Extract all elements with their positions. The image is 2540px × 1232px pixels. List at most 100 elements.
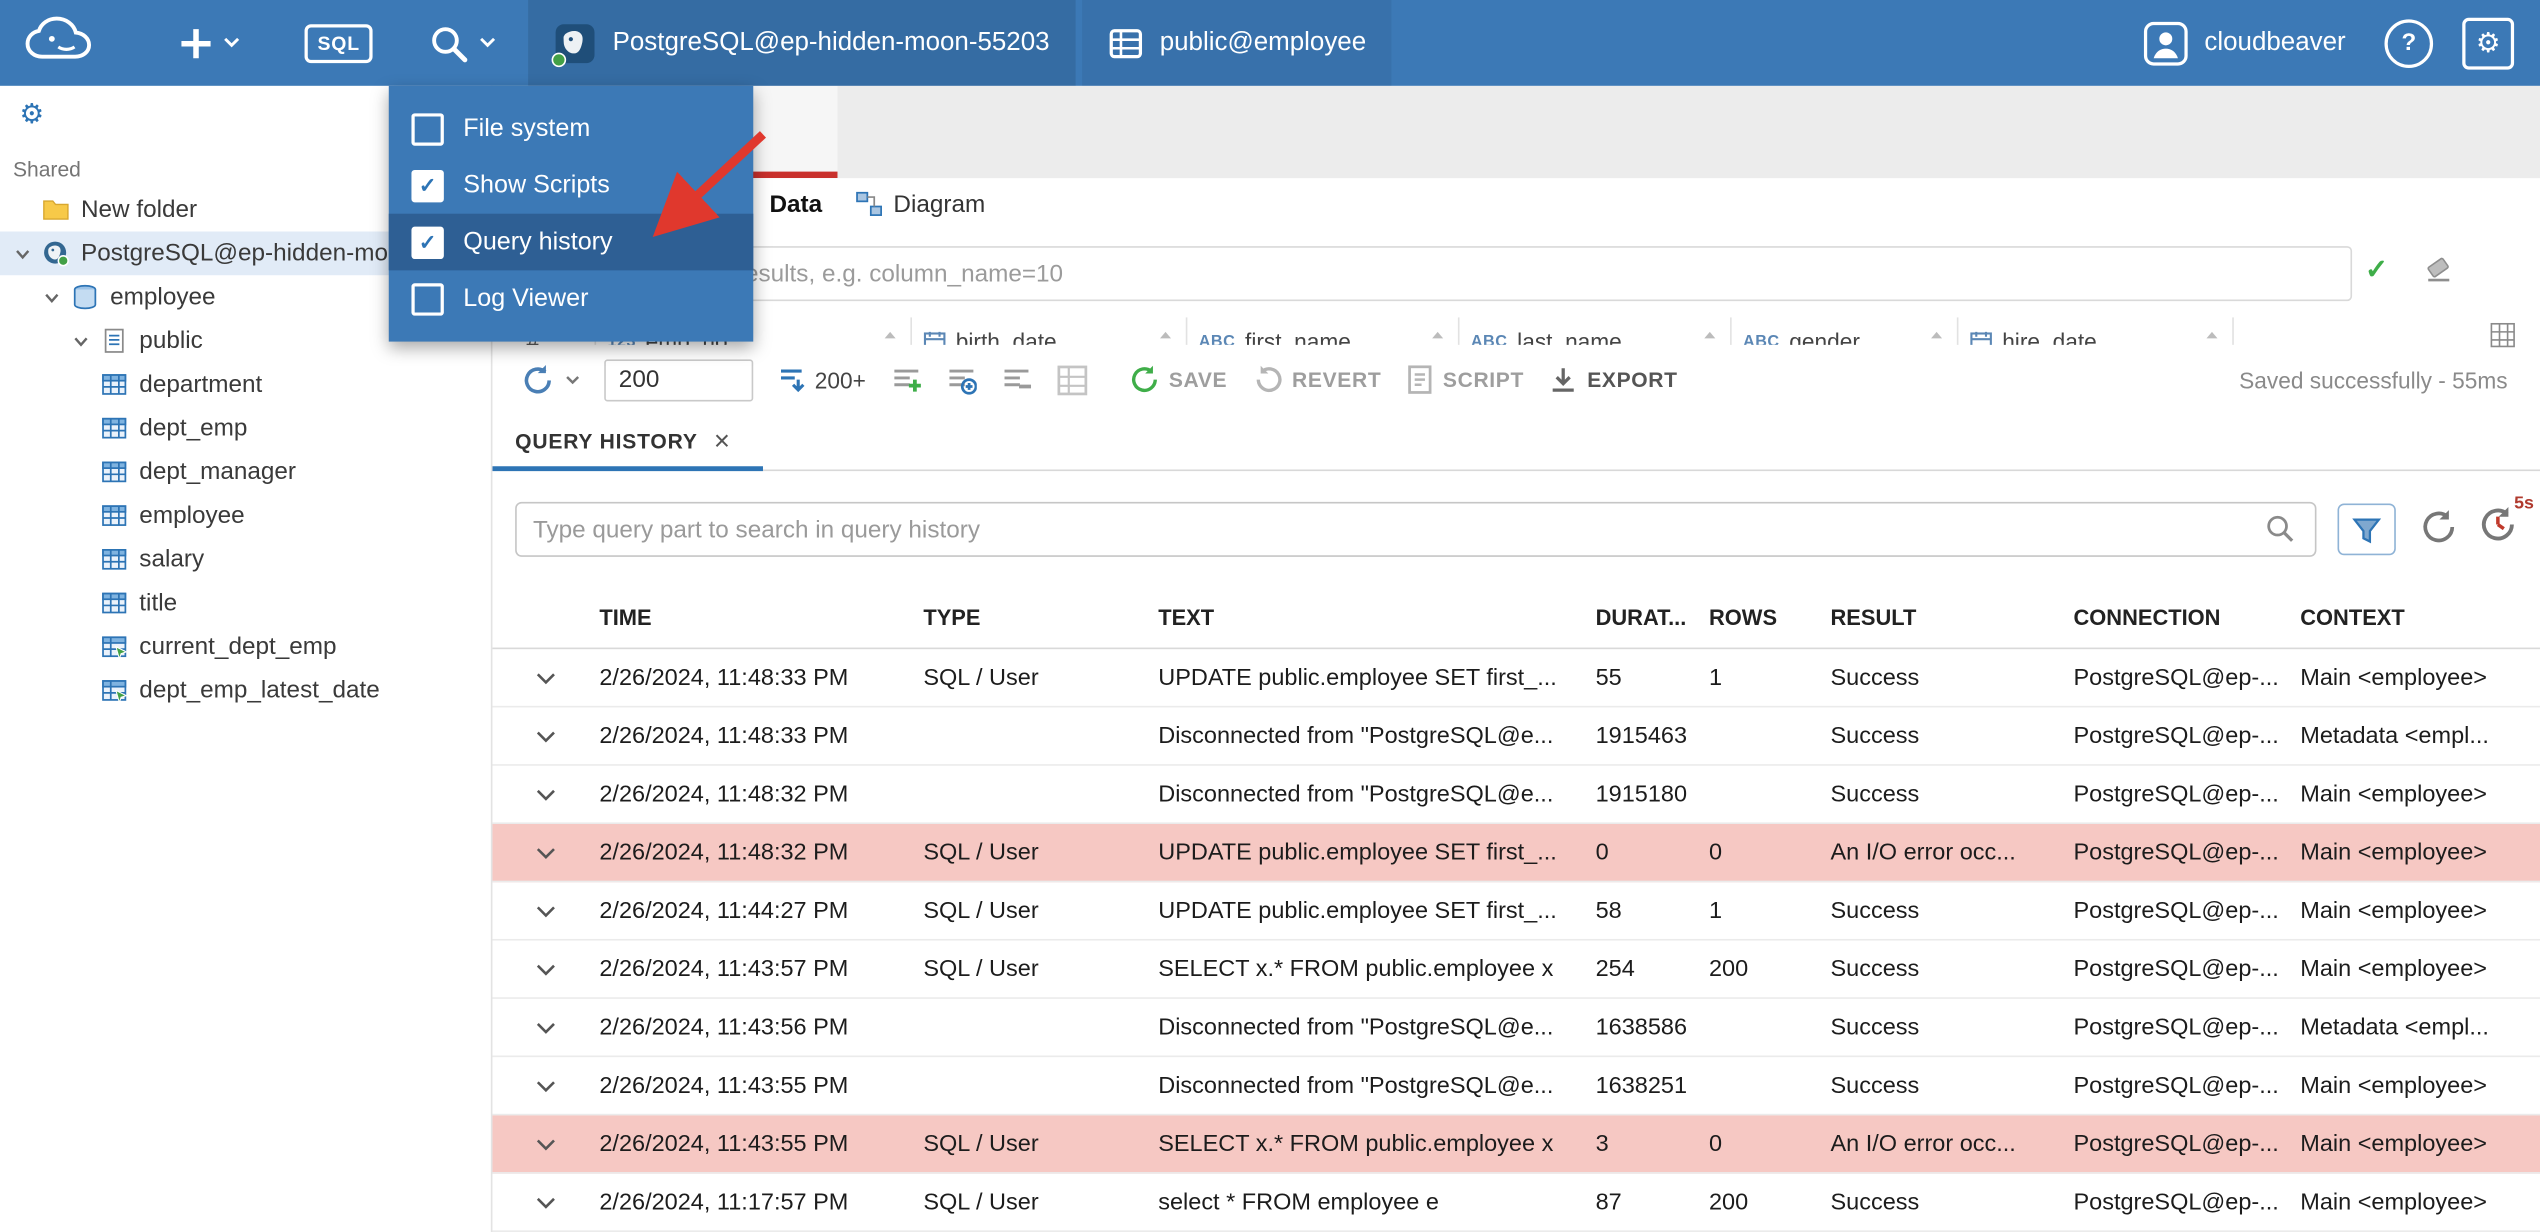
expand-row-chevron-icon[interactable] — [491, 723, 600, 749]
expand-row-chevron-icon[interactable] — [491, 956, 600, 982]
query-history-row[interactable]: 2/26/2024, 11:48:32 PM SQL / User UPDATE p… — [490, 824, 2540, 883]
query-history-row[interactable]: 2/26/2024, 11:48:32 PM Disconnected from … — [490, 766, 2540, 825]
query-history-row[interactable]: 2/26/2024, 11:48:33 PM Disconnected from … — [490, 707, 2540, 766]
query-history-row[interactable]: 2/26/2024, 11:43:55 PM SQL / User SELECT x… — [490, 1115, 2540, 1174]
delete-row-button[interactable] — [1000, 364, 1031, 395]
checkbox-log-viewer[interactable] — [411, 282, 444, 315]
sort-icon[interactable] — [1157, 330, 1175, 345]
grid-column-first-name[interactable]: ABC first_name — [1187, 317, 1460, 345]
sort-icon[interactable] — [881, 330, 899, 345]
query-history-tabrow: QUERY HISTORY × — [490, 413, 2540, 472]
new-connection-button[interactable] — [156, 0, 263, 86]
close-query-history-button[interactable]: × — [704, 426, 740, 457]
grid-view-button[interactable] — [1055, 363, 1087, 395]
query-history-refresh-button[interactable] — [2419, 507, 2459, 547]
checkbox-file-system[interactable] — [411, 112, 444, 145]
sort-icon[interactable] — [1429, 330, 1447, 345]
chevron-down-icon[interactable] — [71, 331, 100, 350]
grid-column-hire-date[interactable]: hire_date — [1958, 317, 2234, 345]
cell-context: Main <employee> — [2300, 897, 2487, 924]
tree-item-department[interactable]: department — [0, 363, 491, 407]
schema-selector[interactable]: public@employee — [1081, 0, 1393, 86]
expand-row-chevron-icon[interactable] — [491, 1189, 600, 1215]
query-history-row[interactable]: 2/26/2024, 11:43:56 PM Disconnected from … — [490, 999, 2540, 1058]
tree-item-title[interactable]: title — [0, 581, 491, 625]
auto-refresh-timer-button[interactable] — [2477, 503, 2519, 545]
grid-column-birth-date[interactable]: birth_date — [912, 317, 1188, 345]
grid-column-gender[interactable]: ABC gender — [1732, 317, 1959, 345]
expand-row-chevron-icon[interactable] — [491, 665, 600, 691]
menu-item-file-system[interactable]: File system — [389, 100, 753, 157]
clear-filter-icon[interactable] — [2423, 256, 2454, 284]
qh-column-time[interactable]: TIME — [599, 605, 923, 629]
query-history-row[interactable]: 2/26/2024, 11:43:57 PM SQL / User SELECT x… — [490, 941, 2540, 999]
cell-context: Main <employee> — [2300, 664, 2487, 691]
fetch-size-input[interactable] — [604, 358, 754, 401]
qh-column-type[interactable]: TYPE — [923, 605, 1158, 629]
cell-text: Disconnected from "PostgreSQL@e... — [1158, 1072, 1554, 1099]
grid-column-last-name[interactable]: ABC last_name — [1460, 317, 1732, 345]
qh-column-context[interactable]: CONTEXT — [2300, 605, 2540, 629]
query-history-row[interactable]: 2/26/2024, 11:17:57 PM SQL / User select *… — [490, 1174, 2540, 1232]
query-history-row[interactable]: 2/26/2024, 11:43:55 PM Disconnected from … — [490, 1057, 2540, 1116]
revert-button[interactable]: REVERT — [1252, 364, 1382, 395]
sort-icon[interactable] — [1701, 330, 1719, 345]
expand-row-chevron-icon[interactable] — [491, 839, 600, 865]
sort-icon[interactable] — [1928, 330, 1946, 345]
script-button[interactable]: SCRIPT — [1406, 364, 1524, 395]
query-history-row[interactable]: 2/26/2024, 11:44:27 PM SQL / User UPDATE p… — [490, 882, 2540, 941]
tree-item-dept-emp[interactable]: dept_emp — [0, 406, 491, 450]
add-row-button[interactable] — [890, 364, 921, 395]
calendar-icon — [923, 330, 946, 345]
qh-column-result[interactable]: RESULT — [1830, 605, 2073, 629]
tools-menu-button[interactable] — [405, 0, 518, 86]
results-toolbar: 200+ — [491, 346, 2540, 412]
expand-row-chevron-icon[interactable] — [491, 1014, 600, 1040]
export-button[interactable]: EXPORT — [1548, 364, 1677, 395]
expand-row-chevron-icon[interactable] — [491, 1131, 600, 1157]
refresh-results-button[interactable] — [520, 362, 580, 398]
checkbox-query-history[interactable]: ✓ — [411, 225, 444, 259]
query-history-search-input[interactable] — [515, 501, 2317, 557]
tab-query-history[interactable]: QUERY HISTORY × — [490, 413, 763, 472]
apply-filter-icon[interactable]: ✓ — [2365, 254, 2388, 286]
chevron-down-icon[interactable] — [13, 244, 42, 263]
qh-column-text[interactable]: TEXT — [1158, 605, 1595, 629]
save-button[interactable]: SAVE — [1128, 364, 1227, 395]
cell-time: 2/26/2024, 11:43:56 PM — [599, 1014, 849, 1041]
qh-column-durat[interactable]: DURAT... — [1596, 605, 1709, 629]
tree-item-employee[interactable]: employee — [0, 494, 491, 538]
query-history-row[interactable]: 2/26/2024, 11:48:33 PM SQL / User UPDATE p… — [490, 649, 2540, 708]
qh-column-rows[interactable]: ROWS — [1709, 605, 1830, 629]
query-history-filter-button[interactable] — [2337, 503, 2396, 556]
tree-item-current-dept-emp[interactable]: current_dept_emp — [0, 625, 491, 669]
tree-item-dept-emp-latest-date[interactable]: dept_emp_latest_date — [0, 669, 491, 713]
checkbox-show-scripts[interactable]: ✓ — [411, 169, 444, 202]
duplicate-row-button[interactable] — [945, 364, 977, 395]
data-filter-input[interactable] — [515, 246, 2353, 302]
settings-button[interactable]: ⚙ — [2462, 0, 2515, 86]
cloudbeaver-logo[interactable] — [19, 14, 119, 72]
navigator-settings-button[interactable]: ⚙ — [16, 96, 47, 135]
tree-item-dept-manager[interactable]: dept_manager — [0, 450, 491, 494]
user-menu[interactable]: cloudbeaver — [2133, 19, 2355, 68]
cell-rows: 1 — [1708, 897, 1723, 924]
expand-row-chevron-icon[interactable] — [491, 1073, 600, 1099]
expand-row-chevron-icon[interactable] — [491, 781, 600, 807]
chevron-down-icon[interactable] — [42, 287, 71, 306]
expand-row-chevron-icon[interactable] — [491, 898, 600, 924]
help-button[interactable]: ? — [2384, 0, 2434, 86]
connection-selector[interactable]: PostgreSQL@ep-hidden-moon-55203 — [528, 0, 1076, 86]
grid-settings-icon[interactable] — [2490, 322, 2516, 348]
tree-item-salary[interactable]: salary — [0, 537, 491, 581]
sql-editor-button[interactable]: SQL — [282, 0, 396, 86]
fetch-more-button[interactable]: 200+ — [778, 366, 866, 394]
save-status-text: Saved successfully - 55ms — [2239, 366, 2508, 393]
sort-icon[interactable] — [2203, 330, 2221, 345]
menu-item-log-viewer[interactable]: Log Viewer — [389, 270, 753, 327]
menu-item-show-scripts[interactable]: ✓ Show Scripts — [389, 157, 753, 214]
tab-diagram[interactable]: Diagram — [838, 178, 1001, 231]
qh-column-connection[interactable]: CONNECTION — [2073, 605, 2300, 629]
tab-data[interactable]: Data — [753, 178, 838, 231]
menu-item-query-history[interactable]: ✓ Query history — [388, 213, 754, 271]
